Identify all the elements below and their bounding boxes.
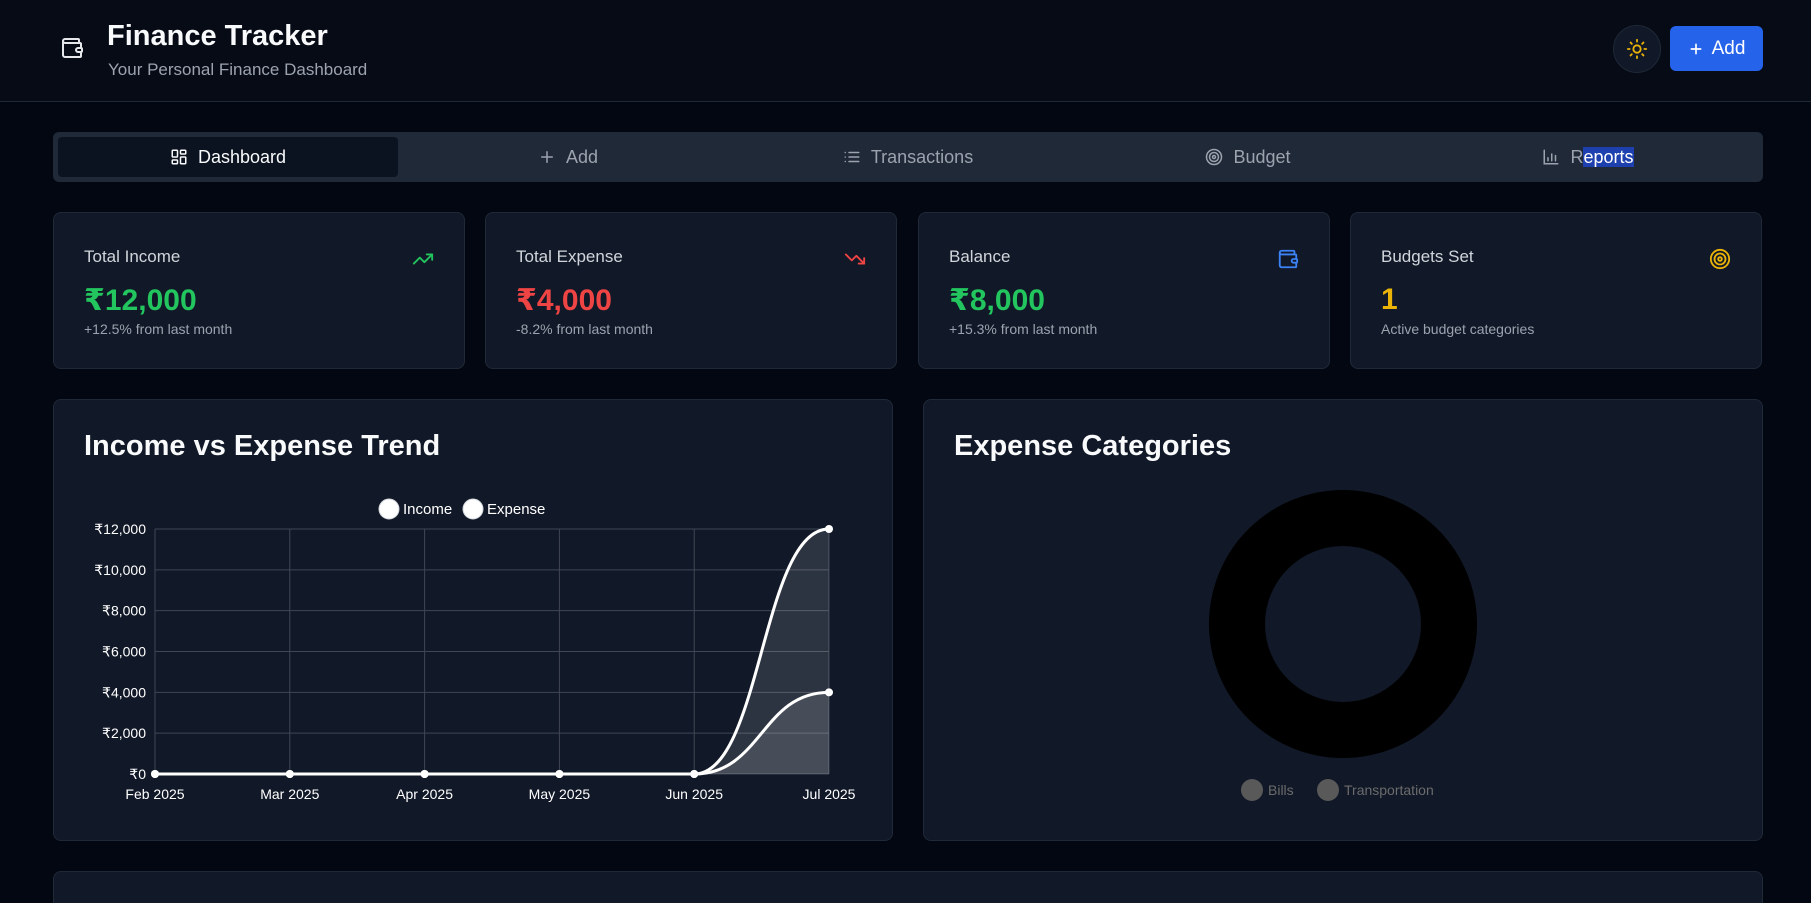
data-point <box>555 770 564 778</box>
data-point <box>285 770 294 778</box>
x-tick-label: Apr 2025 <box>396 786 453 802</box>
tab-label: Reports <box>1570 146 1634 167</box>
y-tick-label: ₹10,000 <box>94 562 146 578</box>
y-tick-label: ₹6,000 <box>102 644 146 660</box>
app-title: Finance Tracker <box>107 20 328 52</box>
theme-toggle-button[interactable] <box>1613 25 1661 73</box>
y-tick-label: ₹0 <box>129 766 146 782</box>
y-tick-label: ₹12,000 <box>94 521 146 537</box>
sun-icon <box>1626 38 1648 60</box>
app-subtitle: Your Personal Finance Dashboard <box>108 60 368 79</box>
tab-label: Budget <box>1233 146 1291 167</box>
bar-chart-icon <box>1543 149 1559 165</box>
stat-card-balance: Balance ₹8,000 +15.3% from last month <box>918 212 1330 369</box>
x-tick-label: Jun 2025 <box>665 786 723 802</box>
list-icon <box>844 151 860 163</box>
tab-add[interactable]: Add <box>398 137 738 177</box>
trend-chart: ₹0 ₹2,000 ₹4,000 ₹6,000 ₹8,000 ₹10,000 ₹12,000… <box>94 498 856 802</box>
stat-value: ₹4,000 <box>516 284 612 317</box>
stat-subtext: +12.5% from last month <box>84 321 233 337</box>
tab-budget[interactable]: Budget <box>1078 137 1418 177</box>
stat-card-total-expense: Total Expense ₹4,000 -8.2% from last mon… <box>485 212 897 369</box>
target-icon <box>1709 248 1731 270</box>
legend-swatch <box>462 498 484 520</box>
data-point <box>825 688 833 697</box>
x-tick-label: Feb 2025 <box>125 786 184 802</box>
dashboard-grid-icon <box>171 149 187 165</box>
stat-subtext: +15.3% from last month <box>949 321 1098 337</box>
wallet-icon <box>62 38 83 58</box>
y-tick-label: ₹4,000 <box>102 684 146 700</box>
expense-categories-chart: Bills Transportation <box>1209 490 1477 801</box>
tab-label: Dashboard <box>197 146 287 167</box>
legend-label: Income <box>403 501 452 518</box>
add-button[interactable]: Add <box>1670 26 1763 71</box>
stat-value: ₹12,000 <box>84 284 197 317</box>
data-point <box>825 525 833 533</box>
add-button-label: Add <box>1711 37 1746 59</box>
app-header: Finance Tracker Your Personal Finance Da… <box>0 0 1811 102</box>
stat-card-total-income: Total Income ₹12,000 +12.5% from last mo… <box>53 212 465 369</box>
stat-label: Balance <box>949 247 1011 266</box>
bottom-panel <box>53 871 1763 903</box>
legend-label: Bills <box>1268 782 1294 798</box>
legend-label: Transportation <box>1344 782 1434 798</box>
stat-subtext: -8.2% from last month <box>516 321 653 337</box>
data-point <box>151 770 159 778</box>
expense-categories-panel: Expense Categories Bills Transportation <box>923 399 1763 841</box>
stat-value: ₹8,000 <box>949 284 1045 317</box>
stat-label: Total Income <box>84 247 181 266</box>
donut-ring <box>1209 490 1477 758</box>
legend-swatch <box>1241 779 1263 801</box>
stat-label: Total Expense <box>516 247 623 266</box>
stat-value: 1 <box>1381 283 1398 316</box>
data-point <box>690 770 699 778</box>
y-tick-label: ₹2,000 <box>102 725 146 741</box>
x-tick-label: Jul 2025 <box>803 786 856 802</box>
target-icon <box>1206 148 1223 166</box>
x-tick-label: Mar 2025 <box>260 786 319 802</box>
legend-label: Expense <box>487 501 545 518</box>
stat-subtext: Active budget categories <box>1381 321 1535 337</box>
tab-label: Transactions <box>870 146 974 167</box>
tab-reports[interactable]: Reports <box>1418 137 1758 177</box>
legend-swatch <box>1317 779 1339 801</box>
tab-transactions[interactable]: Transactions <box>738 137 1078 177</box>
wallet-icon <box>1278 249 1299 269</box>
trending-up-icon <box>412 253 434 265</box>
data-point <box>420 770 429 778</box>
legend-swatch <box>378 498 400 520</box>
trend-chart-panel: Income vs Expense Trend ₹0 ₹2,000 ₹4,000 ₹6… <box>53 399 893 841</box>
plus-icon <box>540 151 553 163</box>
main-tabs: Dashboard Add Transactions Budget Report… <box>53 132 1763 182</box>
x-tick-label: May 2025 <box>529 786 591 802</box>
stat-card-budgets-set: Budgets Set 1 Active budget categories <box>1350 212 1762 369</box>
trending-down-icon <box>844 253 866 265</box>
tab-dashboard[interactable]: Dashboard <box>58 137 398 177</box>
stat-label: Budgets Set <box>1381 247 1474 266</box>
y-tick-label: ₹8,000 <box>102 603 146 619</box>
tab-label: Add <box>565 146 599 167</box>
plus-icon <box>1690 43 1702 54</box>
